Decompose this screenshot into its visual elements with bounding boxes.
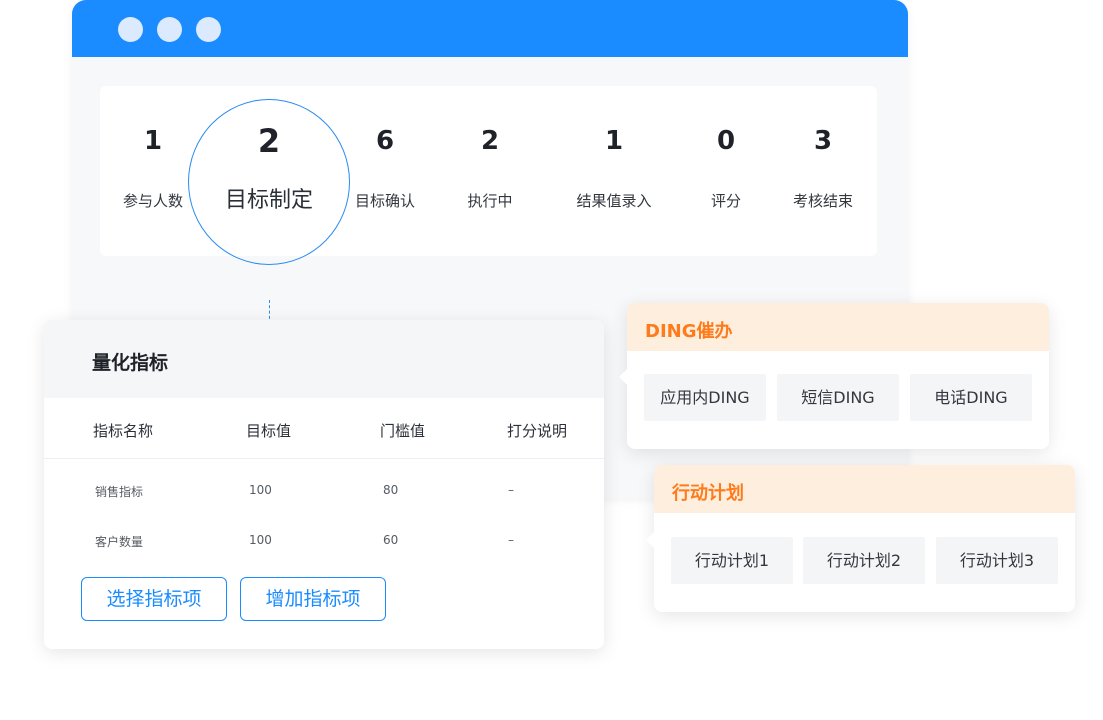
stat-value: 2 bbox=[480, 126, 500, 156]
column-header-target: 目标值 bbox=[246, 422, 292, 440]
popover-arrow bbox=[619, 369, 627, 385]
ding-sms-button[interactable]: 短信DING bbox=[777, 374, 899, 421]
ding-reminder-popover: DING催办 应用内DING 短信DING 电话DING bbox=[619, 303, 1049, 449]
stat-label: 结果值录入 bbox=[576, 192, 652, 210]
action-plan-1-button[interactable]: 行动计划1 bbox=[671, 537, 793, 584]
popover-title: 行动计划 bbox=[672, 483, 744, 504]
popover-header: 行动计划 bbox=[654, 465, 1075, 513]
stat-value: 3 bbox=[813, 126, 833, 156]
window-control-dot[interactable] bbox=[118, 17, 143, 42]
action-plan-popover: 行动计划 行动计划1 行动计划2 行动计划3 bbox=[646, 465, 1075, 612]
window-control-dot[interactable] bbox=[196, 17, 221, 42]
popover-arrow bbox=[646, 532, 654, 548]
window-titlebar bbox=[72, 0, 908, 57]
window-control-dot[interactable] bbox=[157, 17, 182, 42]
column-header-scoring-note: 打分说明 bbox=[507, 422, 568, 440]
action-plan-2-button[interactable]: 行动计划2 bbox=[803, 537, 925, 584]
active-stage-highlight-circle bbox=[188, 99, 350, 265]
metrics-card: 量化指标 指标名称 目标值 门槛值 打分说明 销售指标 100 80 – 客户数… bbox=[44, 320, 604, 649]
stat-label: 执行中 bbox=[467, 192, 513, 210]
cell-target: 100 bbox=[249, 533, 272, 547]
table-row[interactable]: 客户数量 100 60 – bbox=[44, 533, 604, 551]
stat-value: 1 bbox=[604, 126, 624, 156]
cell-metric-name: 客户数量 bbox=[95, 535, 144, 549]
select-metric-button[interactable]: 选择指标项 bbox=[81, 577, 227, 621]
cell-scoring-note: – bbox=[508, 533, 514, 547]
add-metric-button[interactable]: 增加指标项 bbox=[240, 577, 386, 621]
column-header-metric-name: 指标名称 bbox=[93, 422, 154, 440]
popover-title: DING催办 bbox=[645, 321, 733, 342]
cell-metric-name: 销售指标 bbox=[95, 485, 144, 499]
ding-in-app-button[interactable]: 应用内DING bbox=[644, 374, 766, 421]
stat-label: 考核结束 bbox=[792, 192, 853, 210]
cell-target: 100 bbox=[249, 483, 272, 497]
cell-scoring-note: – bbox=[508, 483, 514, 497]
action-plan-3-button[interactable]: 行动计划3 bbox=[936, 537, 1058, 584]
metrics-card-header: 量化指标 bbox=[44, 320, 604, 398]
metrics-table-header: 指标名称 目标值 门槛值 打分说明 bbox=[44, 420, 604, 440]
column-header-threshold: 门槛值 bbox=[380, 422, 426, 440]
popover-header: DING催办 bbox=[627, 303, 1049, 351]
cell-threshold: 80 bbox=[383, 483, 399, 497]
ding-phone-button[interactable]: 电话DING bbox=[910, 374, 1032, 421]
cell-threshold: 60 bbox=[383, 533, 399, 547]
metrics-card-title: 量化指标 bbox=[92, 352, 169, 374]
table-row[interactable]: 销售指标 100 80 – bbox=[44, 483, 604, 501]
table-divider bbox=[44, 458, 604, 459]
